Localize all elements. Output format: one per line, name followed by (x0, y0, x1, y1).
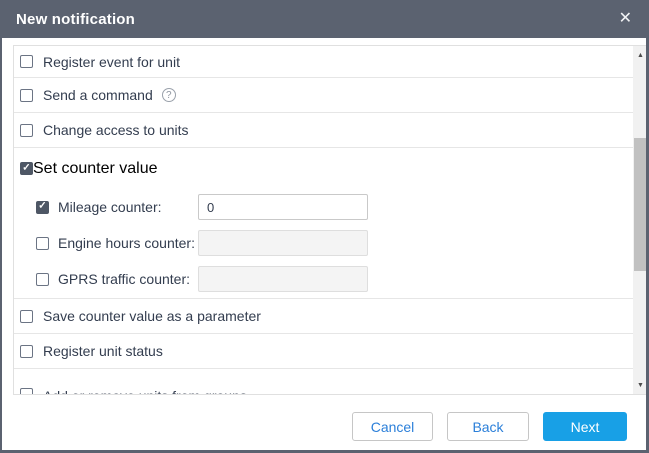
row-label: Change access to units (43, 122, 189, 138)
cancel-button[interactable]: Cancel (352, 412, 433, 441)
checkbox-gprs-traffic-counter[interactable] (36, 273, 49, 286)
checkmark-icon: ✓ (22, 163, 30, 173)
field-label-group: GPRS traffic counter: (36, 271, 198, 287)
mileage-counter-input[interactable] (198, 194, 368, 220)
checkbox-change-access-to-units[interactable] (20, 124, 33, 137)
row-send-a-command[interactable]: Send a command ? (14, 78, 633, 113)
field-row-mileage-counter: ✓ Mileage counter: (14, 189, 633, 225)
checkbox-set-counter-value[interactable]: ✓ (20, 162, 33, 175)
new-notification-dialog: New notification ✕ Register event for un… (0, 0, 649, 453)
dialog-title: New notification (16, 11, 135, 28)
checkbox-register-event-for-unit[interactable] (20, 55, 33, 68)
scroll-up-icon[interactable]: ▲ (633, 47, 648, 63)
row-set-counter-value[interactable]: ✓ Set counter value (14, 148, 633, 189)
field-label: GPRS traffic counter: (58, 271, 190, 287)
row-register-event-for-unit[interactable]: Register event for unit (14, 46, 633, 78)
gprs-traffic-counter-input (198, 266, 368, 292)
row-add-or-remove-units-from-groups[interactable]: Add or remove units from groups (14, 369, 633, 395)
checkbox-send-a-command[interactable] (20, 89, 33, 102)
scrollbar[interactable]: ▲ ▼ (633, 46, 648, 394)
row-label: Set counter value (33, 160, 158, 178)
field-label: Engine hours counter: (58, 235, 195, 251)
row-label: Register event for unit (43, 54, 180, 70)
checkbox-engine-hours-counter[interactable] (36, 237, 49, 250)
field-row-gprs-traffic-counter: GPRS traffic counter: (14, 261, 633, 297)
dialog-footer: Cancel Back Next (352, 412, 627, 441)
engine-hours-counter-input (198, 230, 368, 256)
checkbox-add-or-remove-units-from-groups[interactable] (20, 388, 33, 395)
next-button[interactable]: Next (543, 412, 627, 441)
field-label-group: ✓ Mileage counter: (36, 199, 198, 215)
row-label: Send a command (43, 87, 153, 103)
action-rows: Register event for unit Send a command ?… (14, 46, 633, 395)
scrollbar-thumb[interactable] (634, 138, 647, 271)
back-button[interactable]: Back (447, 412, 529, 441)
row-label: Save counter value as a parameter (43, 308, 261, 324)
checkbox-register-unit-status[interactable] (20, 345, 33, 358)
field-label-group: Engine hours counter: (36, 235, 198, 251)
field-row-engine-hours-counter: Engine hours counter: (14, 225, 633, 261)
row-register-unit-status[interactable]: Register unit status (14, 334, 633, 369)
dialog-header: New notification ✕ (0, 0, 649, 38)
row-label: Register unit status (43, 343, 163, 359)
help-icon[interactable]: ? (162, 88, 176, 102)
row-change-access-to-units[interactable]: Change access to units (14, 113, 633, 148)
checkmark-icon: ✓ (38, 202, 46, 212)
checkbox-mileage-counter[interactable]: ✓ (36, 201, 49, 214)
scroll-down-icon[interactable]: ▼ (633, 377, 648, 393)
row-label: Add or remove units from groups (43, 388, 247, 395)
notification-action-list: Register event for unit Send a command ?… (13, 45, 648, 395)
checkbox-save-counter-value-as-parameter[interactable] (20, 310, 33, 323)
close-icon[interactable]: ✕ (619, 11, 632, 27)
field-label: Mileage counter: (58, 199, 162, 215)
row-save-counter-value-as-parameter[interactable]: Save counter value as a parameter (14, 299, 633, 334)
set-counter-value-group: ✓ Set counter value ✓ Mileage counter: (14, 148, 633, 299)
